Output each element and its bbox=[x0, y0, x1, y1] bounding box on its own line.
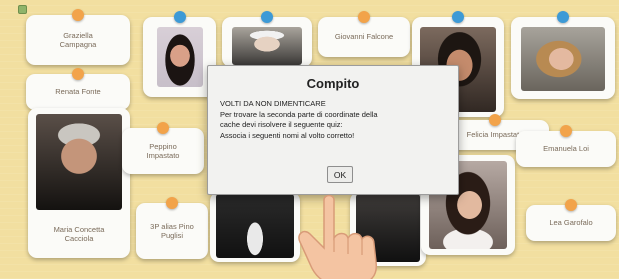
pin-icon bbox=[452, 11, 464, 23]
dialog-line: Associa i seguenti nomi al volto corrett… bbox=[220, 130, 355, 140]
pin-icon bbox=[565, 199, 577, 211]
face-photo bbox=[216, 194, 294, 258]
ok-button[interactable]: OK bbox=[327, 166, 353, 183]
name-card-peppino[interactable]: Peppino Impastato bbox=[122, 122, 204, 174]
face-photo bbox=[232, 27, 302, 65]
pin-icon bbox=[557, 11, 569, 23]
photo-card-6[interactable] bbox=[210, 192, 300, 262]
name-card-label: Lea Garofalo bbox=[549, 218, 593, 228]
dialog-line: cache devi risolvere il seguente quiz: bbox=[220, 120, 343, 130]
task-dialog: Compito VOLTI DA NON DIMENTICARE Per tro… bbox=[207, 65, 459, 195]
photo-card-1[interactable] bbox=[143, 11, 216, 97]
name-card-label: Peppino Impastato bbox=[146, 141, 180, 160]
photo-card-2[interactable] bbox=[222, 11, 312, 67]
name-card-label: Felicia Impastato bbox=[466, 130, 524, 140]
photo-card-4[interactable] bbox=[511, 11, 615, 99]
pin-icon bbox=[72, 9, 84, 21]
pin-icon bbox=[560, 125, 572, 137]
dialog-title: Compito bbox=[306, 76, 360, 91]
name-card-puglisi[interactable]: 3P alias Pino Puglisi bbox=[136, 197, 208, 259]
name-card-graziella[interactable]: Graziella Campagna bbox=[26, 9, 130, 65]
face-photo bbox=[356, 194, 420, 262]
app-corner-icon bbox=[18, 5, 27, 14]
name-card-label: Emanuela Loi bbox=[543, 144, 589, 154]
face-photo bbox=[157, 27, 203, 87]
photo-card-7[interactable] bbox=[350, 192, 426, 266]
name-card-lea[interactable]: Lea Garofalo bbox=[526, 199, 616, 241]
name-card-label: 3P alias Pino Puglisi bbox=[150, 221, 194, 240]
pin-icon bbox=[489, 114, 501, 126]
photo-card-5[interactable]: Maria Concetta Cacciola bbox=[28, 108, 130, 258]
pin-icon bbox=[157, 122, 169, 134]
name-card-giovanni[interactable]: Giovanni Falcone bbox=[318, 11, 410, 57]
pin-icon bbox=[166, 197, 178, 209]
name-card-label: Maria Concetta Cacciola bbox=[53, 225, 105, 244]
face-photo bbox=[36, 114, 122, 210]
name-card-label: Giovanni Falcone bbox=[334, 32, 394, 42]
dialog-line: Per trovare la seconda parte di coordina… bbox=[220, 109, 378, 119]
pin-icon bbox=[358, 11, 370, 23]
face-photo bbox=[521, 27, 605, 91]
name-card-label: Graziella Campagna bbox=[59, 30, 97, 49]
dialog-heading: VOLTI DA NON DIMENTICARE bbox=[220, 99, 326, 108]
pin-icon bbox=[72, 68, 84, 80]
dialog-body: VOLTI DA NON DIMENTICARE Per trovare la … bbox=[220, 99, 448, 142]
name-card-rossella[interactable]: Emanuela Loi bbox=[516, 125, 616, 167]
name-card-renata[interactable]: Renata Fonte bbox=[26, 68, 130, 110]
pin-icon bbox=[261, 11, 273, 23]
pin-icon bbox=[173, 11, 186, 23]
name-card-label: Renata Fonte bbox=[55, 87, 101, 97]
